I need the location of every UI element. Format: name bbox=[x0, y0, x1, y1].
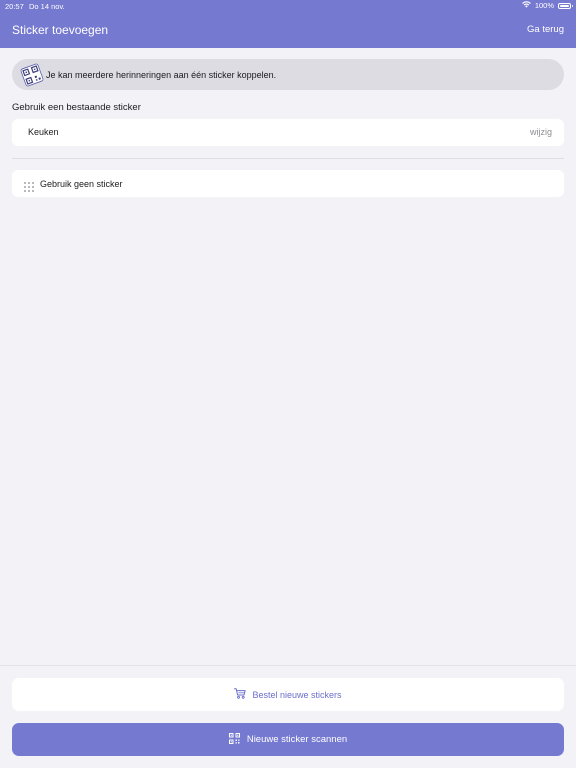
cart-icon bbox=[234, 688, 247, 701]
existing-sticker-heading: Gebruik een bestaande sticker bbox=[12, 102, 141, 113]
edit-sticker-link[interactable]: wijzig bbox=[530, 127, 552, 137]
battery-percentage: 100% bbox=[534, 1, 554, 10]
status-time: 20:57 bbox=[5, 2, 24, 11]
no-sticker-row[interactable]: Gebruik geen sticker bbox=[12, 170, 564, 197]
wifi-icon bbox=[521, 1, 531, 10]
order-stickers-label: Bestel nieuwe stickers bbox=[252, 689, 342, 700]
status-date: Do 14 nov. bbox=[29, 2, 65, 11]
sticker-name: Keuken bbox=[28, 127, 59, 137]
navigation-bar: 20:57 Do 14 nov. 100% Sticker toevoegen … bbox=[0, 0, 576, 48]
scan-sticker-button[interactable]: Nieuwe sticker scannen bbox=[12, 723, 564, 756]
footer-divider bbox=[0, 665, 576, 666]
back-button[interactable]: Ga terug bbox=[527, 24, 564, 35]
existing-sticker-row[interactable]: Keuken wijzig bbox=[12, 119, 564, 146]
status-indicators: 100% bbox=[521, 1, 573, 10]
qr-code-icon bbox=[228, 732, 240, 747]
battery-icon bbox=[558, 2, 573, 9]
grid-icon bbox=[24, 179, 34, 192]
page-title: Sticker toevoegen bbox=[12, 23, 109, 37]
scan-sticker-label: Nieuwe sticker scannen bbox=[246, 734, 348, 745]
status-bar: 20:57 Do 14 nov. 100% bbox=[0, 0, 576, 12]
no-sticker-label: Gebruik geen sticker bbox=[40, 178, 123, 189]
order-stickers-button[interactable]: Bestel nieuwe stickers bbox=[12, 678, 564, 711]
info-text: Je kan meerdere herinneringen aan één st… bbox=[46, 69, 277, 80]
qr-sticker-icon bbox=[18, 61, 46, 89]
section-divider bbox=[12, 158, 564, 159]
info-banner: Je kan meerdere herinneringen aan één st… bbox=[12, 59, 564, 90]
